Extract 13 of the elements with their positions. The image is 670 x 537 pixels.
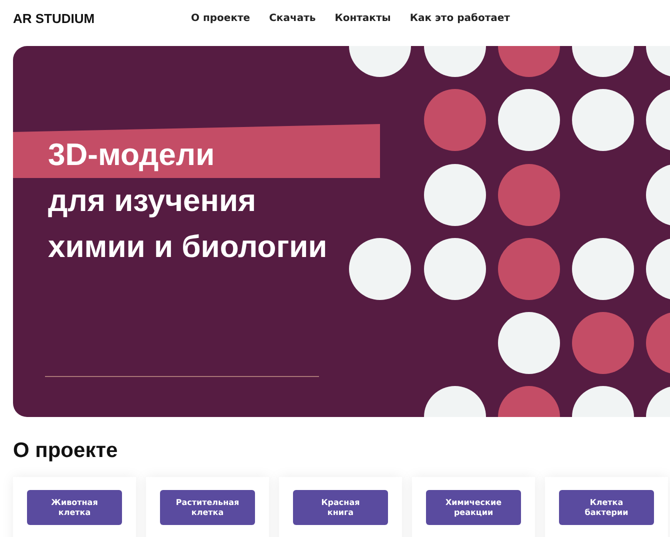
hero-heading-line: химии и биологии: [47, 228, 328, 266]
nav-link[interactable]: Как это работает: [410, 12, 510, 24]
topic-button[interactable]: Клетка бактерии: [559, 490, 654, 525]
nav-link[interactable]: Скачать: [269, 12, 316, 24]
nav-link[interactable]: О проекте: [191, 12, 250, 24]
topic-button[interactable]: Растительная клетка: [160, 490, 255, 525]
topic-button[interactable]: Животная клетка: [27, 490, 122, 525]
hero-heading-line: для изучения: [47, 182, 258, 220]
nav-link[interactable]: Контакты: [334, 12, 391, 24]
logo: AR STUDIUM: [13, 10, 96, 26]
topic-button[interactable]: Красная книга: [293, 490, 388, 525]
section-heading: О проекте: [13, 439, 119, 463]
topic-button[interactable]: Химические реакции: [426, 490, 521, 525]
